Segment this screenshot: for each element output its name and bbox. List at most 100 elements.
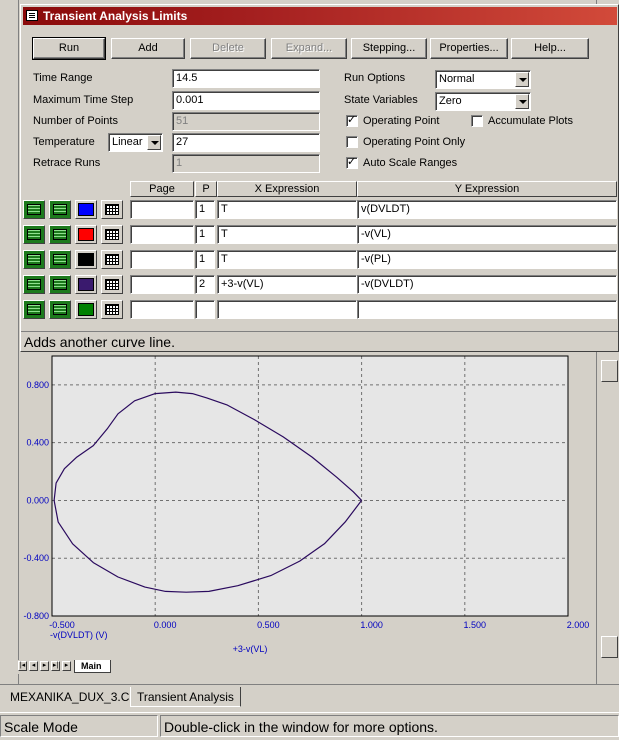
curve-y-expression-cell[interactable]: v(DVLDT) [357, 200, 617, 219]
curve-style-button[interactable] [49, 200, 71, 219]
curve-plot-number-cell[interactable]: 2 [195, 275, 215, 294]
curve-style-button[interactable] [49, 250, 71, 269]
next-sheet-icon[interactable]: ▸ [40, 661, 49, 671]
plot-area[interactable]: -0.500 0.000 0.500 1.000 1.500 2.000 -0.800 -0.… [20, 352, 596, 662]
curve-page-cell[interactable] [130, 275, 194, 294]
auto-scale-ranges-checkbox[interactable] [346, 155, 358, 169]
time-range-label: Time Range [33, 72, 93, 84]
status-message: Double-click in the window for more opti… [160, 715, 619, 737]
x-tick-label: 2.000 [567, 620, 590, 630]
curve-grid-icon[interactable] [101, 225, 123, 244]
left-panel-strip [0, 0, 19, 700]
last-sheet-icon[interactable]: ▸| [51, 661, 60, 671]
time-range-input[interactable]: 14.5 [172, 69, 320, 88]
curve-y-expression-cell[interactable]: -v(VL) [357, 225, 617, 244]
properties-button[interactable]: Properties... [430, 38, 508, 59]
curve-style-button[interactable] [49, 225, 71, 244]
curve-plot-toggle-button[interactable] [23, 300, 45, 319]
operating-point-checkbox[interactable] [346, 113, 358, 127]
chevron-down-icon[interactable] [515, 72, 529, 87]
x-tick-label: 0.500 [257, 620, 280, 630]
curve-color-button[interactable] [75, 200, 97, 219]
curve-grid-icon[interactable] [101, 275, 123, 294]
state-variables-value: Zero [439, 95, 462, 107]
grid-header-page[interactable]: Page [130, 181, 194, 197]
run-options-select[interactable]: Normal [435, 70, 531, 89]
plot-chart[interactable]: -0.500 0.000 0.500 1.000 1.500 2.000 -0.800 -0.… [20, 352, 596, 662]
status-bar: Scale Mode Double-click in the window fo… [0, 712, 619, 740]
curve-x-expression-cell[interactable]: T [217, 250, 357, 269]
doc-tab-transient-analysis[interactable]: Transient Analysis [130, 687, 241, 707]
curve-color-swatch [78, 203, 94, 216]
curve-grid-icon[interactable] [101, 200, 123, 219]
curve-grid-icon[interactable] [101, 300, 123, 319]
curve-page-cell[interactable] [130, 250, 194, 269]
first-sheet-icon[interactable]: |◂ [18, 661, 27, 671]
temperature-mode-select[interactable]: Linear [108, 133, 163, 152]
delete-button[interactable]: Delete [190, 38, 266, 59]
grid-header-x-expression[interactable]: X Expression [217, 181, 357, 197]
curve-color-button[interactable] [75, 300, 97, 319]
x-tick-label: 1.000 [360, 620, 383, 630]
curve-y-expression-cell[interactable] [357, 300, 617, 319]
grid-header-y-expression[interactable]: Y Expression [357, 181, 617, 197]
chevron-down-icon[interactable] [147, 135, 161, 150]
curve-page-cell[interactable] [130, 300, 194, 319]
curve-y-expression-cell[interactable]: -v(PL) [357, 250, 617, 269]
run-options-label: Run Options [344, 72, 406, 84]
temperature-input[interactable]: 27 [172, 133, 320, 152]
curve-color-button[interactable] [75, 275, 97, 294]
help-button[interactable]: Help... [511, 38, 589, 59]
curve-color-button[interactable] [75, 225, 97, 244]
temperature-label: Temperature [33, 136, 95, 148]
curve-style-button[interactable] [49, 275, 71, 294]
plot-background[interactable] [51, 355, 569, 617]
curve-x-expression-cell[interactable]: T [217, 200, 357, 219]
dialog-titlebar[interactable]: Transient Analysis Limits [23, 7, 617, 25]
curve-plot-toggle-button[interactable] [23, 250, 45, 269]
curve-plot-number-cell[interactable]: 1 [195, 225, 215, 244]
state-variables-select[interactable]: Zero [435, 92, 531, 111]
curve-plot-toggle-button[interactable] [23, 200, 45, 219]
curve-x-expression-cell[interactable]: +3-v(VL) [217, 275, 357, 294]
sheet-tab-main[interactable]: Main [74, 660, 111, 673]
grid-header-p[interactable]: P [195, 181, 217, 197]
curve-plot-number-cell[interactable]: 1 [195, 200, 215, 219]
stepping-button[interactable]: Stepping... [351, 38, 427, 59]
curve-color-button[interactable] [75, 250, 97, 269]
curve-y-expression-cell[interactable]: -v(DVLDT) [357, 275, 617, 294]
curve-plot-toggle-button[interactable] [23, 275, 45, 294]
max-time-step-input[interactable]: 0.001 [172, 91, 320, 110]
prev-sheet-icon[interactable]: ◂ [29, 661, 38, 671]
operating-point-only-label: Operating Point Only [363, 136, 466, 148]
retrace-runs-label: Retrace Runs [33, 157, 101, 169]
scroll-down-button[interactable] [601, 636, 618, 658]
y-tick-label: 0.800 [26, 380, 49, 390]
retrace-runs-input[interactable]: 1 [172, 154, 320, 173]
x-tick-label: 0.000 [154, 620, 177, 630]
curve-color-swatch [78, 278, 94, 291]
more-sheet-icon[interactable]: ▸ [62, 661, 71, 671]
scroll-up-button[interactable] [601, 360, 618, 382]
temperature-mode-value: Linear [112, 136, 143, 148]
state-variables-label: State Variables [344, 94, 418, 106]
curve-x-expression-cell[interactable] [217, 300, 357, 319]
operating-point-label: Operating Point [363, 115, 440, 127]
doc-tab-circuit[interactable]: MEXANIKA_DUX_3.CIR [4, 687, 147, 707]
curve-page-cell[interactable] [130, 200, 194, 219]
accumulate-plots-checkbox[interactable] [471, 115, 483, 127]
chevron-down-icon[interactable] [515, 94, 529, 109]
num-points-input[interactable]: 51 [172, 112, 320, 131]
expand-button[interactable]: Expand... [271, 38, 347, 59]
add-button[interactable]: Add [111, 38, 185, 59]
curve-page-cell[interactable] [130, 225, 194, 244]
curve-grid-icon[interactable] [101, 250, 123, 269]
curve-plot-number-cell[interactable]: 1 [195, 250, 215, 269]
curve-x-expression-cell[interactable]: T [217, 225, 357, 244]
curve-plot-toggle-button[interactable] [23, 225, 45, 244]
curve-style-button[interactable] [49, 300, 71, 319]
operating-point-only-checkbox[interactable] [346, 136, 358, 148]
run-button[interactable]: Run [32, 37, 106, 60]
status-mode: Scale Mode [0, 715, 158, 737]
curve-plot-number-cell[interactable] [195, 300, 215, 319]
